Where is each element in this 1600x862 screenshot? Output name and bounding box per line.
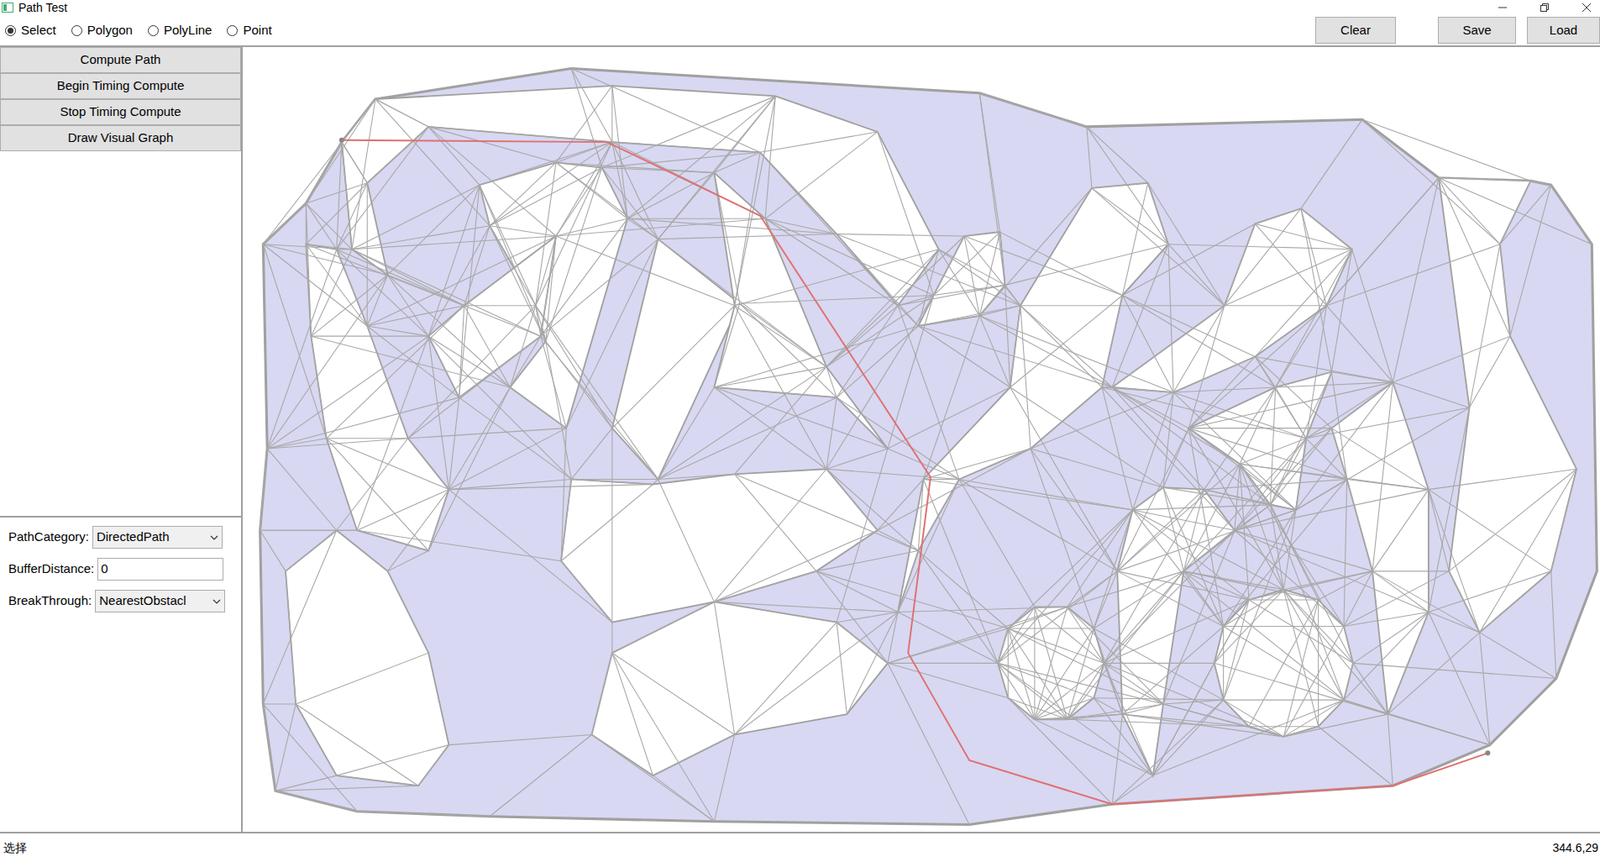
boundary-polygon	[260, 68, 1598, 825]
command-list: Compute PathBegin Timing ComputeStop Tim…	[0, 47, 242, 518]
property-select[interactable]: NearestObstacl	[94, 589, 226, 613]
restore-icon[interactable]	[1539, 2, 1550, 13]
visibility-graph	[242, 47, 1600, 832]
app-window: Path Test Select Polygon PolyLine Point Clear…	[0, 0, 1600, 862]
toolbar-button[interactable]: Load	[1526, 16, 1600, 45]
left-panel: Compute PathBegin Timing ComputeStop Tim…	[0, 47, 243, 832]
mode-radio[interactable]: PolyLine	[147, 20, 213, 41]
mode-radio[interactable]: Point	[226, 20, 272, 41]
command-button[interactable]: Draw Visual Graph	[0, 125, 242, 152]
radio-circle-icon	[71, 25, 83, 37]
radio-circle-icon	[5, 25, 16, 37]
obstacle-polygon	[713, 173, 888, 449]
toolbar-button[interactable]: Clear	[1315, 16, 1396, 45]
property-label: BreakThrough:	[8, 591, 92, 611]
end-point	[1484, 750, 1490, 756]
app-icon	[1, 2, 14, 13]
property-label: BufferDistance:	[8, 559, 95, 579]
property-select[interactable]: DirectedPath	[92, 525, 223, 549]
start-point	[339, 137, 345, 143]
command-button[interactable]: Stop Timing Compute	[0, 99, 242, 126]
graph-edges	[260, 68, 1593, 825]
command-button[interactable]: Begin Timing Compute	[0, 73, 242, 100]
toolbar: Select Polygon PolyLine Point Clear Save Load	[0, 15, 1600, 48]
obstacle-polygon	[1112, 208, 1353, 393]
chevron-down-icon	[209, 534, 219, 541]
minimize-icon[interactable]	[1497, 2, 1508, 13]
obstacle-polygon	[1214, 589, 1354, 737]
properties-panel: PathCategory:DirectedPath BufferDistance:…	[0, 517, 242, 613]
mode-radio-group: Select Polygon PolyLine Point	[0, 20, 273, 41]
window-controls	[1497, 2, 1600, 13]
chevron-down-icon	[212, 598, 221, 605]
map-canvas[interactable]	[242, 47, 1600, 832]
property-row: BufferDistance:0	[8, 557, 235, 581]
property-row: PathCategory:DirectedPath	[8, 525, 235, 549]
mode-radio[interactable]: Select	[5, 20, 57, 41]
toolbar-button[interactable]: Save	[1437, 16, 1517, 45]
radio-circle-icon	[147, 25, 159, 37]
status-bar: 选择 344.6,29	[0, 831, 1600, 862]
command-button[interactable]: Compute Path	[0, 47, 242, 74]
property-row: BreakThrough:NearestObstacl	[8, 589, 235, 613]
status-text: 选择	[3, 839, 27, 857]
close-icon[interactable]	[1581, 2, 1592, 13]
radio-circle-icon	[226, 25, 238, 37]
property-label: PathCategory:	[8, 527, 90, 547]
shortest-path	[341, 140, 1488, 804]
obstacle-polygon	[561, 468, 878, 622]
obstacle-polygon	[592, 601, 888, 776]
obstacle-polygon	[1438, 178, 1577, 633]
obstacle-polygon	[341, 85, 940, 305]
title-bar: Path Test	[0, 0, 1600, 16]
property-input[interactable]: 0	[97, 557, 224, 581]
window-title: Path Test	[18, 1, 68, 14]
mode-radio[interactable]: Polygon	[71, 20, 133, 41]
status-coords: 344.6,29	[1552, 839, 1600, 857]
main-area: Compute PathBegin Timing ComputeStop Tim…	[0, 47, 1600, 832]
obstacle-polygon	[285, 529, 449, 786]
